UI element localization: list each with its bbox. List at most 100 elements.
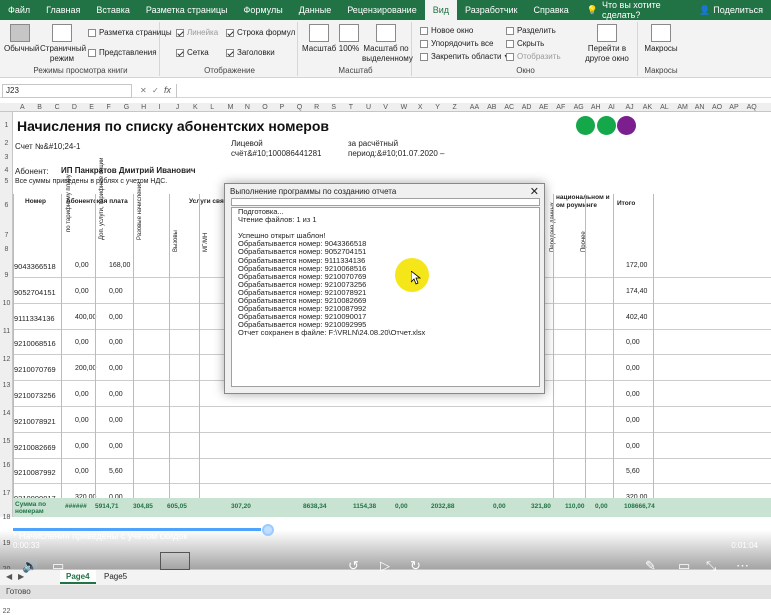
column-header[interactable]: AQ	[747, 103, 757, 112]
column-header[interactable]: K	[193, 103, 198, 112]
column-header[interactable]: AF	[556, 103, 565, 112]
page-break-view-button[interactable]: Страничный режим	[40, 24, 86, 64]
row-header[interactable]: 9	[0, 272, 13, 279]
captions-icon[interactable]: ▭	[52, 558, 64, 574]
row-header[interactable]: 18	[0, 514, 13, 521]
column-header[interactable]: AA	[470, 103, 479, 112]
column-header[interactable]: AO	[712, 103, 722, 112]
column-header[interactable]: AE	[539, 103, 548, 112]
formula-bar-checkbox[interactable]: Строка формул	[226, 28, 295, 37]
more-icon[interactable]: ⋯	[736, 558, 749, 574]
column-header[interactable]: Y	[435, 103, 440, 112]
freeze-panes-button[interactable]: Закрепить области▾	[420, 52, 508, 61]
row-header[interactable]: 17	[0, 490, 13, 497]
row-header[interactable]: 13	[0, 382, 13, 389]
column-header[interactable]: B	[37, 103, 42, 112]
column-header[interactable]: Z	[453, 103, 457, 112]
ribbon-tab-4[interactable]: Формулы	[236, 0, 291, 20]
column-header[interactable]: AH	[591, 103, 601, 112]
column-header[interactable]: AM	[677, 103, 688, 112]
pen-icon[interactable]: ✎	[645, 558, 656, 574]
column-header[interactable]: V	[383, 103, 388, 112]
arrange-all-button[interactable]: Упорядочить все	[420, 39, 493, 48]
ribbon-tab-3[interactable]: Разметка страницы	[138, 0, 236, 20]
column-header[interactable]: AD	[522, 103, 532, 112]
column-header[interactable]: A	[20, 103, 25, 112]
column-header[interactable]: AC	[504, 103, 514, 112]
zoom-100-button[interactable]: 100%	[338, 24, 360, 54]
row-header[interactable]: 3	[0, 154, 13, 161]
video-seek-handle[interactable]	[262, 524, 274, 536]
column-header[interactable]: AJ	[626, 103, 634, 112]
row-header[interactable]: 6	[0, 202, 13, 209]
row-header[interactable]: 14	[0, 410, 13, 417]
pip-icon[interactable]: ▭	[678, 558, 690, 574]
zoom-to-selection-button[interactable]: Масштаб по выделенному	[362, 24, 413, 64]
column-header[interactable]: AL	[660, 103, 669, 112]
column-header[interactable]: P	[280, 103, 285, 112]
sheet-tab-page4[interactable]: Page4	[60, 570, 96, 584]
ribbon-tab-6[interactable]: Рецензирование	[339, 0, 425, 20]
macros-button[interactable]: Макросы	[642, 24, 680, 54]
unhide-button[interactable]: Отобразить	[506, 52, 561, 61]
column-header[interactable]: M	[228, 103, 234, 112]
volume-icon[interactable]: 🔊	[22, 558, 38, 574]
forward-30-icon[interactable]: ↻	[410, 558, 421, 574]
ribbon-tab-1[interactable]: Главная	[38, 0, 88, 20]
switch-windows-button[interactable]: Перейти в другое окно	[580, 24, 634, 64]
row-header[interactable]: 11	[0, 328, 13, 335]
ruler-checkbox[interactable]: Линейка	[176, 28, 218, 37]
ribbon-tab-5[interactable]: Данные	[291, 0, 340, 20]
column-header[interactable]: AI	[608, 103, 615, 112]
cancel-icon[interactable]: ✕	[140, 86, 147, 95]
column-header[interactable]: S	[331, 103, 336, 112]
row-header[interactable]: 2	[0, 140, 13, 147]
ribbon-tab-7[interactable]: Вид	[424, 0, 457, 20]
new-window-button[interactable]: Новое окно	[420, 26, 473, 35]
column-header[interactable]: AN	[695, 103, 705, 112]
report-progress-dialog[interactable]: Выполнение программы по созданию отчета …	[224, 183, 545, 394]
column-header[interactable]: AB	[487, 103, 496, 112]
column-header[interactable]: Q	[297, 103, 302, 112]
split-button[interactable]: Разделить	[506, 26, 556, 35]
row-header[interactable]: 1	[0, 122, 13, 129]
row-header[interactable]: 5	[0, 178, 13, 185]
play-icon[interactable]: ▷	[380, 558, 390, 574]
column-header[interactable]: X	[418, 103, 423, 112]
column-header[interactable]: T	[349, 103, 353, 112]
row-header[interactable]: 12	[0, 356, 13, 363]
ribbon-tab-8[interactable]: Разработчик	[457, 0, 525, 20]
column-header[interactable]: W	[401, 103, 408, 112]
ribbon-tab-0[interactable]: Файл	[0, 0, 38, 20]
row-header[interactable]: 15	[0, 438, 13, 445]
name-box[interactable]: J23	[2, 84, 132, 98]
column-header[interactable]: O	[262, 103, 267, 112]
column-header[interactable]: AK	[643, 103, 652, 112]
column-header[interactable]: C	[55, 103, 60, 112]
column-header[interactable]: AG	[574, 103, 584, 112]
column-header[interactable]: L	[210, 103, 214, 112]
hide-button[interactable]: Скрыть	[506, 39, 544, 48]
share-button[interactable]: 👤 Поделиться	[699, 5, 771, 16]
gridlines-checkbox[interactable]: Сетка	[176, 48, 209, 57]
custom-views-button[interactable]: Представления	[88, 48, 157, 57]
row-header[interactable]: 7	[0, 232, 13, 239]
column-header[interactable]: U	[366, 103, 371, 112]
ribbon-tab-2[interactable]: Вставка	[88, 0, 137, 20]
row-header[interactable]: 8	[0, 246, 13, 253]
formula-input[interactable]	[176, 84, 771, 98]
function-icon[interactable]: fx	[164, 85, 171, 95]
prev-sheet-icon[interactable]: ◀	[6, 572, 12, 581]
page-layout-button[interactable]: Разметка страницы	[88, 28, 172, 37]
column-header[interactable]: AP	[729, 103, 738, 112]
column-header[interactable]: E	[89, 103, 94, 112]
column-header[interactable]: G	[124, 103, 129, 112]
rewind-10-icon[interactable]: ↺	[348, 558, 359, 574]
tell-me-search[interactable]: 💡 Что вы хотите сделать?	[587, 0, 699, 20]
ribbon-tab-9[interactable]: Справка	[525, 0, 576, 20]
row-header[interactable]: 16	[0, 462, 13, 469]
column-header[interactable]: F	[107, 103, 111, 112]
column-header[interactable]: N	[245, 103, 250, 112]
column-header[interactable]: R	[314, 103, 319, 112]
column-header[interactable]: H	[141, 103, 146, 112]
